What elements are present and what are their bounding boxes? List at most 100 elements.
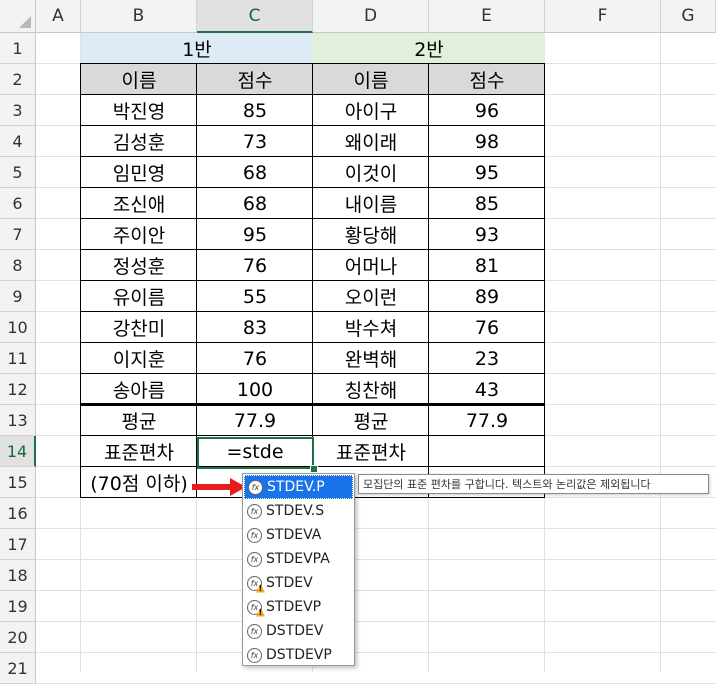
cell-class2-name[interactable]: 오이런 [313, 281, 429, 312]
function-tooltip: 모집단의 표준 편차를 구합니다. 텍스트와 논리값은 제외됩니다 [358, 474, 709, 494]
row-header-9[interactable]: 9 [0, 281, 36, 312]
autocomplete-item-stdeva[interactable]: fx STDEVA [244, 523, 353, 547]
average-value-1[interactable]: 77.9 [197, 405, 313, 436]
row-header-13[interactable]: 13 [0, 405, 36, 436]
cell-class2-name[interactable]: 박수쳐 [313, 312, 429, 343]
cell-class1-score[interactable]: 68 [197, 188, 313, 219]
cell-class2-name[interactable]: 아이구 [313, 95, 429, 126]
cell-class2-score[interactable]: 85 [429, 188, 545, 219]
row-header-11[interactable]: 11 [0, 343, 36, 374]
row-header-2[interactable]: 2 [0, 64, 36, 95]
header-name-1[interactable]: 이름 [81, 64, 197, 95]
cell-class2-name[interactable]: 황당해 [313, 219, 429, 250]
average-value-2[interactable]: 77.9 [429, 405, 545, 436]
column-header-d[interactable]: D [313, 0, 429, 33]
autocomplete-item-stdev[interactable]: fxSTDEV [244, 571, 353, 595]
autocomplete-item-label: STDEV.P [267, 479, 325, 495]
row-header-15[interactable]: 15 [0, 467, 36, 498]
header-name-2[interactable]: 이름 [313, 64, 429, 95]
row-header-8[interactable]: 8 [0, 250, 36, 281]
column-header-f[interactable]: F [545, 0, 661, 33]
formula-autocomplete-list[interactable]: fxSTDEV.PfxSTDEV.SfxSTDEVAfxSTDEVPAfxSTD… [242, 473, 355, 666]
autocomplete-item-label: DSTDEV [266, 623, 324, 639]
row-header-21[interactable]: 21 [0, 653, 36, 684]
autocomplete-item-dstdevp[interactable]: fx DSTDEVP [244, 643, 353, 667]
gridline [36, 559, 716, 560]
autocomplete-item-stdev-p[interactable]: fx STDEV.P [244, 475, 353, 499]
row-header-4[interactable]: 4 [0, 126, 36, 157]
cell-class1-score[interactable]: 95 [197, 219, 313, 250]
row-header-16[interactable]: 16 [0, 498, 36, 529]
table-border [544, 63, 545, 498]
cell-class1-name[interactable]: 송아름 [81, 374, 197, 405]
row-header-12[interactable]: 12 [0, 374, 36, 405]
cell-class1-score[interactable]: 100 [197, 374, 313, 405]
row-header-14[interactable]: 14 [0, 436, 36, 467]
row-header-19[interactable]: 19 [0, 591, 36, 622]
column-header-a[interactable]: A [36, 0, 81, 33]
cell-class1-name[interactable]: 박진영 [81, 95, 197, 126]
tooltip-text: 모집단의 표준 편차를 구합니다. 텍스트와 논리값은 제외됩니다 [363, 478, 651, 491]
cell-class2-name[interactable]: 내이름 [313, 188, 429, 219]
cell-class1-name[interactable]: 김성훈 [81, 126, 197, 157]
cell-class1-name[interactable]: 강찬미 [81, 312, 197, 343]
row-header-18[interactable]: 18 [0, 560, 36, 591]
cell-class2-name[interactable]: 이것이 [313, 157, 429, 188]
group2-header[interactable]: 2반 [313, 33, 545, 64]
cell-class2-score[interactable]: 93 [429, 219, 545, 250]
cell-class1-score[interactable]: 83 [197, 312, 313, 343]
select-all-corner[interactable] [0, 0, 36, 33]
row-header-10[interactable]: 10 [0, 312, 36, 343]
function-icon: fx [248, 479, 263, 495]
cell-class2-name[interactable]: 왜이래 [313, 126, 429, 157]
cell-class1-score[interactable]: 73 [197, 126, 313, 157]
note-cell[interactable]: (70점 이하) [81, 467, 197, 498]
cell-class1-name[interactable]: 정성훈 [81, 250, 197, 281]
autocomplete-item-stdev-s[interactable]: fx STDEV.S [244, 499, 353, 523]
average-label-1[interactable]: 평균 [81, 405, 197, 436]
cell-class1-score[interactable]: 76 [197, 343, 313, 374]
cell-class2-name[interactable]: 완벽해 [313, 343, 429, 374]
cell-class2-score[interactable]: 89 [429, 281, 545, 312]
row-header-17[interactable]: 17 [0, 529, 36, 560]
column-header-b[interactable]: B [81, 0, 197, 33]
stddev-label-1[interactable]: 표준편차 [81, 436, 197, 467]
average-label-2[interactable]: 평균 [313, 405, 429, 436]
row-header-6[interactable]: 6 [0, 188, 36, 219]
cell-class2-score[interactable]: 96 [429, 95, 545, 126]
cell-class2-score[interactable]: 43 [429, 374, 545, 405]
cell-class2-name[interactable]: 어머나 [313, 250, 429, 281]
group1-header[interactable]: 1반 [81, 33, 313, 64]
header-score-1[interactable]: 점수 [197, 64, 313, 95]
cell-class1-name[interactable]: 조신애 [81, 188, 197, 219]
column-header-e[interactable]: E [429, 0, 545, 33]
autocomplete-item-stdevpa[interactable]: fx STDEVPA [244, 547, 353, 571]
cell-class2-score[interactable]: 98 [429, 126, 545, 157]
row-header-7[interactable]: 7 [0, 219, 36, 250]
header-score-2[interactable]: 점수 [429, 64, 545, 95]
cell-class1-score[interactable]: 68 [197, 157, 313, 188]
formula-cell-c14[interactable]: =stde [197, 436, 313, 467]
cell-class2-score[interactable]: 95 [429, 157, 545, 188]
cell-class1-name[interactable]: 주이안 [81, 219, 197, 250]
cell-class1-name[interactable]: 이지훈 [81, 343, 197, 374]
row-header-1[interactable]: 1 [0, 33, 36, 64]
cell-class1-name[interactable]: 임민영 [81, 157, 197, 188]
autocomplete-item-dstdev[interactable]: fx DSTDEV [244, 619, 353, 643]
column-header-c[interactable]: C [197, 0, 313, 33]
cell-class1-score[interactable]: 55 [197, 281, 313, 312]
row-header-3[interactable]: 3 [0, 95, 36, 126]
cell-class2-score[interactable]: 81 [429, 250, 545, 281]
cell-class1-score[interactable]: 76 [197, 250, 313, 281]
stddev-label-2[interactable]: 표준편차 [313, 436, 429, 467]
row-header-5[interactable]: 5 [0, 157, 36, 188]
cell-class1-score[interactable]: 85 [197, 95, 313, 126]
row-header-20[interactable]: 20 [0, 622, 36, 653]
autocomplete-item-stdevp[interactable]: fxSTDEVP [244, 595, 353, 619]
cell-class2-name[interactable]: 칭찬해 [313, 374, 429, 405]
cell-class2-score[interactable]: 76 [429, 312, 545, 343]
cell-class1-name[interactable]: 유이름 [81, 281, 197, 312]
cell-class2-score[interactable]: 23 [429, 343, 545, 374]
gridline [660, 33, 661, 672]
column-header-g[interactable]: G [661, 0, 716, 33]
